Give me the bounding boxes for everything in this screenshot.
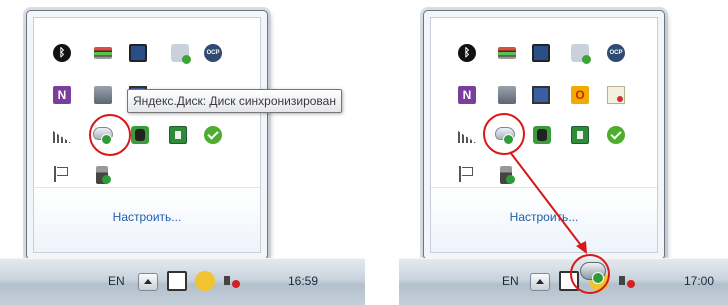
signal-icon[interactable]	[53, 131, 71, 143]
tray-overflow-flyout-right: ᛒ OCP N O Настроить...	[423, 10, 665, 260]
flyout-body: ᛒ OCP N O Настроить...	[430, 17, 658, 253]
usb-safely-remove-icon[interactable]	[500, 166, 515, 184]
green-check-icon[interactable]	[204, 126, 222, 144]
language-indicator[interactable]: EN	[502, 274, 519, 288]
tray-overflow-flyout-left: ᛒ OCP N Настроить...	[26, 10, 268, 260]
highlight-circle	[483, 113, 525, 155]
ocp-icon[interactable]: OCP	[607, 44, 625, 62]
display-icon[interactable]	[532, 44, 550, 62]
bluetooth-icon[interactable]: ᛒ	[458, 44, 476, 62]
flyout-body: ᛒ OCP N Настроить...	[33, 17, 261, 253]
show-hidden-icons-button[interactable]	[138, 273, 158, 291]
network-adapter-icon[interactable]	[94, 47, 112, 59]
customize-link[interactable]: Настроить...	[431, 210, 657, 224]
network-adapter-icon[interactable]	[498, 47, 516, 59]
bluetooth-icon[interactable]: ᛒ	[53, 44, 71, 62]
language-indicator[interactable]: EN	[108, 274, 125, 288]
volume-muted-icon[interactable]	[222, 271, 242, 291]
sync-folder-icon[interactable]	[571, 44, 591, 64]
certificate-icon[interactable]	[607, 86, 625, 104]
onenote-icon[interactable]: N	[53, 86, 71, 104]
tooltip: Яндекс.Диск: Диск синхронизирован	[127, 89, 342, 113]
taskbar-right: EN 17:00	[399, 258, 728, 305]
display-icon[interactable]	[129, 44, 147, 62]
action-center-flag-icon[interactable]	[459, 166, 473, 182]
green-check-icon[interactable]	[607, 126, 625, 144]
printer-icon[interactable]	[94, 86, 112, 104]
network-icon[interactable]	[167, 271, 187, 291]
taskbar-left: EN 16:59	[0, 258, 365, 305]
usb-safely-remove-icon[interactable]	[96, 166, 111, 184]
flyout-footer: Настроить...	[431, 187, 657, 252]
kaspersky-icon[interactable]	[169, 126, 187, 144]
office-icon[interactable]: O	[571, 86, 589, 104]
volume-muted-icon[interactable]	[617, 271, 637, 291]
laptop-icon[interactable]	[532, 86, 550, 104]
sync-folder-icon[interactable]	[171, 44, 191, 64]
evernote-icon[interactable]	[131, 126, 149, 144]
kaspersky-icon[interactable]	[571, 126, 589, 144]
action-center-flag-icon[interactable]	[54, 166, 68, 182]
customize-link[interactable]: Настроить...	[34, 210, 260, 224]
highlight-circle	[89, 114, 131, 156]
onenote-icon[interactable]: N	[458, 86, 476, 104]
show-hidden-icons-button[interactable]	[530, 273, 550, 291]
signal-icon[interactable]	[458, 131, 476, 143]
messenger-icon[interactable]	[195, 271, 215, 291]
printer-icon[interactable]	[498, 86, 516, 104]
flyout-footer: Настроить...	[34, 187, 260, 252]
evernote-icon[interactable]	[533, 126, 551, 144]
highlight-circle	[570, 254, 610, 294]
ocp-icon[interactable]: OCP	[204, 44, 222, 62]
clock[interactable]: 16:59	[288, 274, 318, 288]
clock[interactable]: 17:00	[684, 274, 714, 288]
